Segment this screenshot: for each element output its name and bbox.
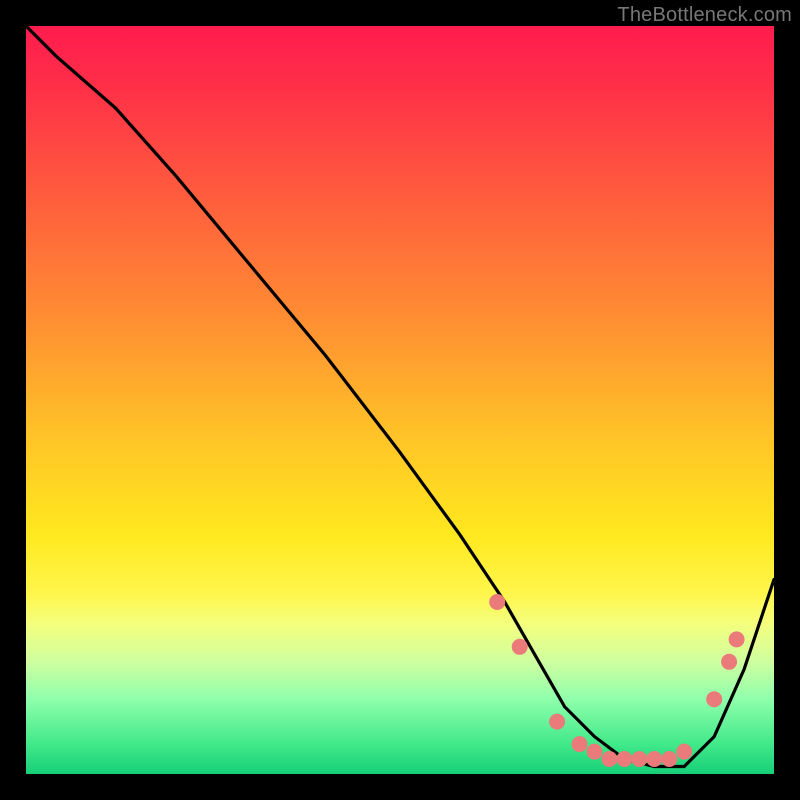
marker-dot	[706, 691, 722, 707]
chart-frame: TheBottleneck.com	[0, 0, 800, 800]
marker-dot	[601, 751, 617, 767]
marker-dot	[616, 751, 632, 767]
watermark-text: TheBottleneck.com	[617, 4, 792, 27]
marker-group	[489, 594, 744, 767]
marker-dot	[512, 639, 528, 655]
marker-dot	[572, 736, 588, 752]
marker-dot	[489, 594, 505, 610]
curve-line	[26, 26, 774, 767]
marker-dot	[646, 751, 662, 767]
plot-area	[26, 26, 774, 774]
marker-dot	[729, 631, 745, 647]
marker-dot	[676, 744, 692, 760]
marker-dot	[631, 751, 647, 767]
marker-dot	[661, 751, 677, 767]
marker-dot	[549, 714, 565, 730]
chart-svg	[26, 26, 774, 774]
marker-dot	[587, 744, 603, 760]
marker-dot	[721, 654, 737, 670]
